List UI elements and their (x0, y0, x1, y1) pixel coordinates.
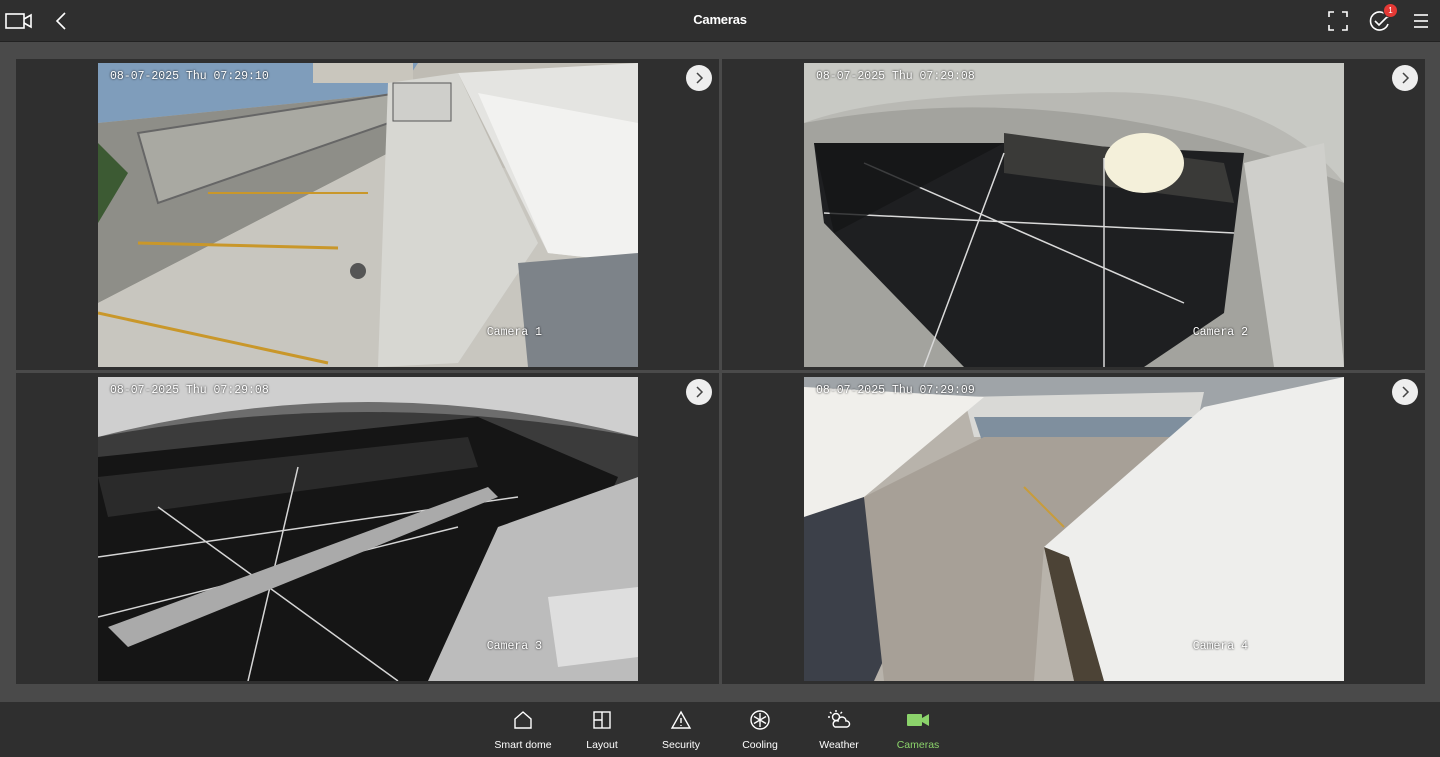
nav-item-security[interactable]: Security (641, 709, 721, 751)
open-camera-button[interactable] (686, 65, 712, 91)
camera-label: Camera 3 (486, 640, 542, 653)
camera-timestamp: 08-07-2025 Thu 07:29:08 (110, 384, 269, 397)
nav-item-layout[interactable]: Layout (562, 709, 642, 751)
open-camera-button[interactable] (686, 379, 712, 405)
camera-tile-3[interactable]: 08-07-2025 Thu 07:29:08 Camera 3 (16, 373, 719, 684)
camera-feed-4[interactable]: 08-07-2025 Thu 07:29:09 Camera 4 (804, 377, 1344, 681)
nav-item-weather[interactable]: Weather (799, 709, 879, 751)
chevron-right-icon (1402, 386, 1410, 398)
snowflake-icon (720, 709, 800, 731)
chevron-right-icon (696, 72, 704, 84)
warning-icon (641, 709, 721, 731)
bottom-nav: Smart dome Layout Security Cooling Weath… (0, 702, 1440, 757)
nav-label: Layout (586, 739, 618, 751)
camera-feed-3[interactable]: 08-07-2025 Thu 07:29:08 Camera 3 (98, 377, 638, 681)
nav-item-smart-dome[interactable]: Smart dome (483, 709, 563, 751)
notifications-button[interactable]: 1 (1367, 3, 1398, 34)
camera-grid: 08-07-2025 Thu 07:29:10 Camera 1 08-07-2… (16, 59, 1425, 685)
chevron-right-icon (696, 386, 704, 398)
nav-item-cameras[interactable]: Cameras (878, 709, 958, 751)
weather-icon (799, 709, 879, 731)
fullscreen-icon[interactable] (1325, 8, 1351, 34)
camera-timestamp: 08-07-2025 Thu 07:29:10 (110, 70, 269, 83)
camera-tile-4[interactable]: 08-07-2025 Thu 07:29:09 Camera 4 (722, 373, 1425, 684)
layout-icon (562, 709, 642, 731)
page-title: Cameras (693, 12, 747, 27)
nav-label: Cooling (742, 739, 778, 751)
camera-feed-1[interactable]: 08-07-2025 Thu 07:29:10 Camera 1 (98, 63, 638, 367)
menu-icon[interactable] (1408, 8, 1434, 34)
chevron-right-icon (1402, 72, 1410, 84)
camera-feed-2[interactable]: 08-07-2025 Thu 07:29:08 Camera 2 (804, 63, 1344, 367)
camera-icon (878, 709, 958, 731)
camera-tile-2[interactable]: 08-07-2025 Thu 07:29:08 Camera 2 (722, 59, 1425, 370)
nav-label: Smart dome (494, 739, 552, 751)
camera-label: Camera 2 (1192, 326, 1248, 339)
camera-label: Camera 4 (1192, 640, 1248, 653)
nav-label: Security (662, 739, 700, 751)
top-bar: Cameras 1 (0, 0, 1440, 42)
home-icon (483, 709, 563, 731)
nav-item-cooling[interactable]: Cooling (720, 709, 800, 751)
camera-timestamp: 08-07-2025 Thu 07:29:09 (816, 384, 975, 397)
nav-label: Cameras (896, 739, 940, 751)
open-camera-button[interactable] (1392, 379, 1418, 405)
camera-tile-1[interactable]: 08-07-2025 Thu 07:29:10 Camera 1 (16, 59, 719, 370)
open-camera-button[interactable] (1392, 65, 1418, 91)
notification-badge: 1 (1383, 3, 1398, 18)
camera-label: Camera 1 (486, 326, 542, 339)
camera-timestamp: 08-07-2025 Thu 07:29:08 (816, 70, 975, 83)
nav-label: Weather (819, 739, 859, 751)
